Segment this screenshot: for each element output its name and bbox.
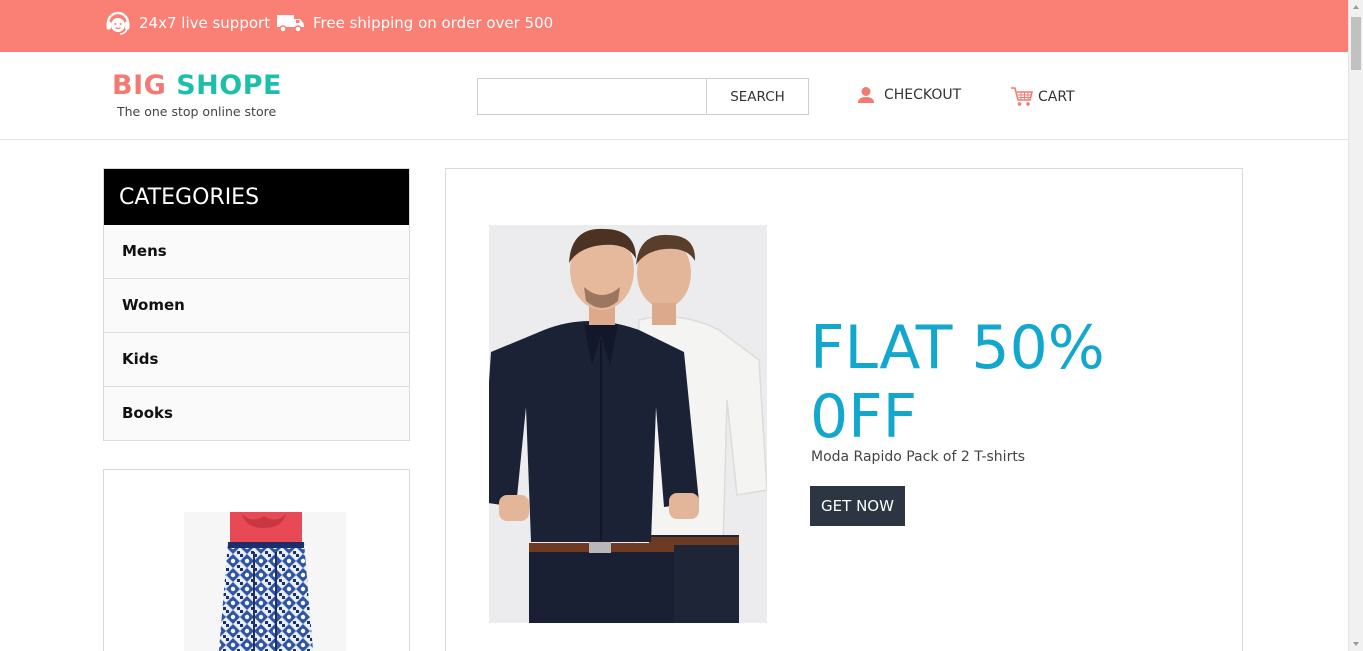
logo-word-big: BIG xyxy=(112,70,167,101)
category-mens[interactable]: Mens xyxy=(104,225,409,279)
user-icon xyxy=(857,86,884,104)
cart-label: CART xyxy=(1038,89,1075,105)
top-announcement-bar: 24x7 live support Free shipping on order… xyxy=(0,0,1348,52)
scrollbar-thumb[interactable] xyxy=(1351,17,1361,70)
category-books[interactable]: Books xyxy=(104,387,409,441)
cart-icon xyxy=(1010,86,1038,108)
cart-link[interactable]: CART xyxy=(1010,86,1075,108)
truck-icon xyxy=(276,11,313,35)
product-image-skirt[interactable] xyxy=(184,512,346,651)
promo-headline: FLAT 50% 0FF xyxy=(810,313,1105,452)
promo-subtitle: Moda Rapido Pack of 2 T-shirts xyxy=(811,449,1026,465)
search-input[interactable] xyxy=(477,78,707,115)
side-product-card[interactable] xyxy=(103,469,410,651)
promo-banner: FLAT 50% 0FF Moda Rapido Pack of 2 T-shi… xyxy=(445,168,1243,651)
categories-heading: CATEGORIES xyxy=(104,169,409,225)
get-now-button[interactable]: GET NOW xyxy=(810,486,905,526)
search-button[interactable]: SEARCH xyxy=(706,78,809,115)
page-scrollbar[interactable] xyxy=(1348,0,1363,651)
checkout-link[interactable]: CHECKOUT xyxy=(857,86,961,104)
category-women[interactable]: Women xyxy=(104,279,409,333)
category-kids[interactable]: Kids xyxy=(104,333,409,387)
scroll-down-icon[interactable] xyxy=(1353,642,1359,646)
checkout-label: CHECKOUT xyxy=(884,87,962,103)
scroll-up-icon[interactable] xyxy=(1353,5,1359,9)
site-header: BIG SHOPE The one stop online store SEAR… xyxy=(0,52,1348,140)
shipping-text: Free shipping on order over 500 xyxy=(313,14,554,32)
support-text: 24x7 live support xyxy=(139,14,271,32)
site-logo[interactable]: BIG SHOPE xyxy=(112,70,282,101)
headset-icon xyxy=(104,9,139,37)
logo-word-shope: SHOPE xyxy=(176,70,282,101)
site-tagline: The one stop online store xyxy=(117,104,277,119)
banner-product-image[interactable] xyxy=(489,225,767,623)
categories-panel: CATEGORIES Mens Women Kids Books xyxy=(103,168,410,441)
shipping-info: Free shipping on order over 500 xyxy=(276,0,553,46)
support-info: 24x7 live support xyxy=(104,0,270,46)
